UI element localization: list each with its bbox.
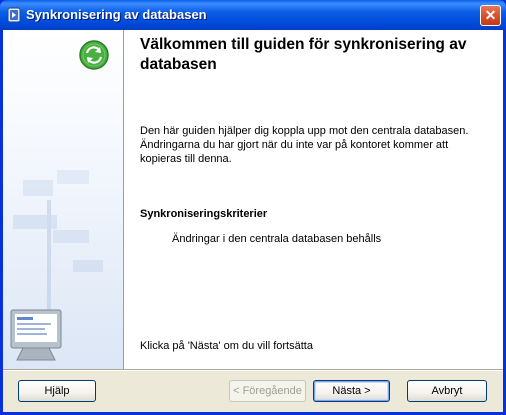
criteria-item: Ändringar i den centrala databasen behål… <box>172 233 382 245</box>
close-icon: ✕ <box>484 7 497 23</box>
wizard-window: Synkronisering av databasen ✕ Välkommen … <box>0 0 506 415</box>
help-button[interactable]: Hjälp <box>18 380 96 402</box>
close-button[interactable]: ✕ <box>480 5 501 26</box>
next-button[interactable]: Nästa > <box>313 380 390 402</box>
database-icon <box>7 7 21 23</box>
dialog-body: Välkommen till guiden för synkronisering… <box>3 30 503 412</box>
previous-button[interactable]: < Föregående <box>229 380 306 402</box>
separator-highlight <box>3 370 503 371</box>
cancel-button[interactable]: Avbryt <box>407 380 487 402</box>
page-title: Välkommen till guiden för synkronisering… <box>140 36 467 73</box>
criteria-heading: Synkroniseringskriterier <box>140 208 268 220</box>
title-bar[interactable]: Synkronisering av databasen ✕ <box>0 0 506 30</box>
window-title: Synkronisering av databasen <box>26 7 207 22</box>
content-area: Välkommen till guiden för synkronisering… <box>124 30 503 369</box>
side-panel <box>3 30 123 369</box>
signpost-and-monitor-illustration <box>10 170 103 361</box>
continue-hint: Klicka på 'Nästa' om du vill fortsätta <box>140 340 313 352</box>
description-text: Den här guiden hjälper dig koppla upp mo… <box>140 125 469 165</box>
